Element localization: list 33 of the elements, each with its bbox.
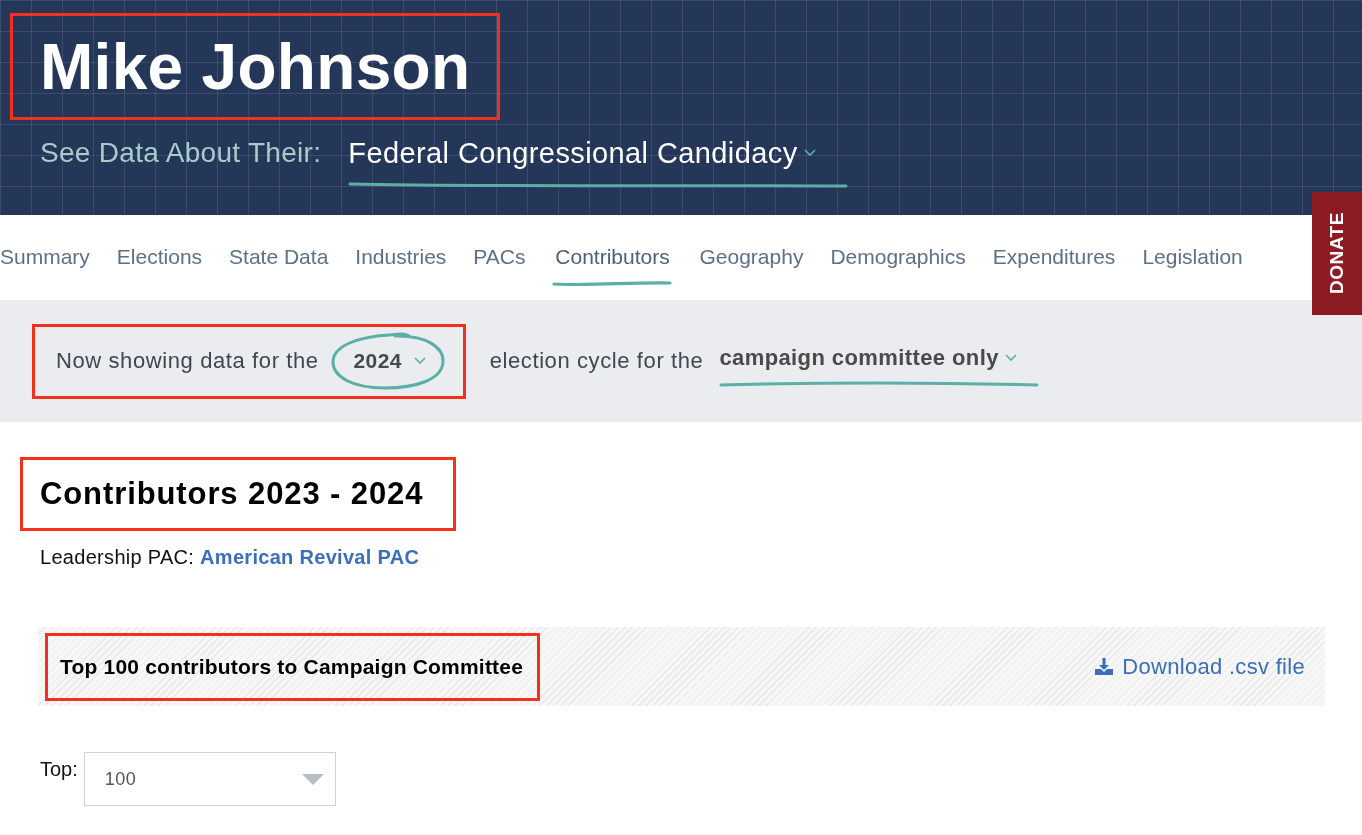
top-count-select[interactable]: 100 xyxy=(83,752,336,806)
nav-tab[interactable]: PACs xyxy=(473,244,526,288)
committee-dropdown[interactable]: campaign committee only xyxy=(719,345,1040,389)
pac-link[interactable]: American Revival PAC xyxy=(200,546,420,568)
filter-text: Now showing data for the xyxy=(56,348,319,374)
chevron-down-icon xyxy=(1004,354,1017,362)
download-link[interactable]: Download .csv file xyxy=(1095,653,1305,680)
download-icon xyxy=(1095,658,1114,675)
nav-tab[interactable]: Elections xyxy=(116,244,203,288)
leadership-pac-text: Leadership PAC: American Revival PAC xyxy=(40,545,420,570)
nav-tab[interactable]: Legislation xyxy=(1142,244,1243,288)
page-heading: Contributors 2023 - 2024 xyxy=(40,476,424,512)
section-title: Top 100 contributors to Campaign Committee xyxy=(60,654,524,679)
underline-stroke-icon xyxy=(552,280,673,288)
top-label: Top: xyxy=(40,758,78,781)
nav-tab[interactable]: Demographics xyxy=(830,244,966,288)
chevron-down-icon xyxy=(803,149,816,157)
nav-tab[interactable]: Geography xyxy=(699,244,804,288)
underline-stroke-icon xyxy=(348,180,849,190)
nav-tab[interactable]: Industries xyxy=(355,244,447,288)
data-type-dropdown[interactable]: Federal Congressional Candidacy xyxy=(348,133,849,190)
nav-tab[interactable]: Contributors xyxy=(552,244,673,288)
nav-tab[interactable]: Expenditures xyxy=(992,244,1116,288)
caret-down-icon xyxy=(301,773,324,785)
donate-button[interactable]: DONATE xyxy=(1312,192,1362,315)
underline-stroke-icon xyxy=(719,379,1040,389)
candidate-name: Mike Johnson xyxy=(40,34,471,99)
filter-text: election cycle for the xyxy=(489,348,704,374)
nav-tab[interactable]: State Data xyxy=(229,244,329,288)
nav-tab[interactable]: Summary xyxy=(0,244,90,288)
chevron-down-icon xyxy=(413,357,426,365)
cycle-dropdown[interactable]: 2024 xyxy=(328,331,447,391)
data-label: See Data About Their: xyxy=(40,136,322,170)
